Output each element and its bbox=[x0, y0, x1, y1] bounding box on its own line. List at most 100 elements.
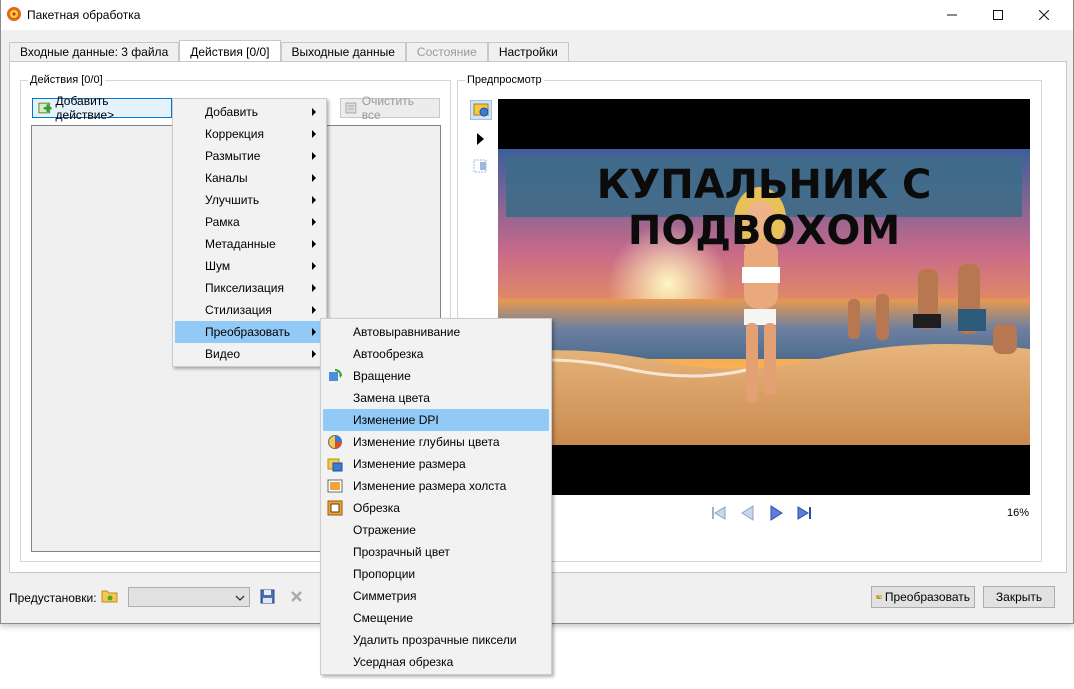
tab-actions[interactable]: Действия [0/0] bbox=[179, 40, 281, 62]
close-button[interactable]: Закрыть bbox=[983, 586, 1055, 608]
submenu-item-label: Отражение bbox=[353, 523, 416, 537]
add-action-menu: Добавить Коррекция Размытие Каналы Улучш… bbox=[172, 98, 327, 367]
menu-item-label: Улучшить bbox=[205, 193, 260, 207]
menu-item-stylize[interactable]: Стилизация bbox=[175, 299, 324, 321]
menu-item-pixelize[interactable]: Пикселизация bbox=[175, 277, 324, 299]
delete-icon bbox=[291, 591, 302, 602]
menu-item-label: Видео bbox=[205, 347, 241, 361]
menu-item-label: Размытие bbox=[205, 149, 261, 163]
close-icon bbox=[1039, 10, 1049, 20]
first-image-icon[interactable] bbox=[711, 505, 728, 521]
resize-icon bbox=[327, 458, 343, 472]
submenu-arrow-icon bbox=[312, 306, 316, 314]
submenu-arrow-icon bbox=[312, 196, 316, 204]
submenu-item-label: Прозрачный цвет bbox=[353, 545, 450, 559]
previous-image-icon[interactable] bbox=[740, 505, 756, 521]
open-preset-button[interactable] bbox=[101, 589, 118, 606]
next-image-icon[interactable] bbox=[768, 505, 784, 521]
submenu-item-label: Изменение глубины цвета bbox=[353, 435, 500, 449]
maximize-button[interactable] bbox=[975, 0, 1021, 30]
convert-icon bbox=[876, 594, 882, 600]
submenu-item-label: Изменение размера холста bbox=[353, 479, 507, 493]
menu-item-video[interactable]: Видео bbox=[175, 343, 324, 365]
preview-image: КУПАЛЬНИК С ПОДВОХОМ bbox=[498, 99, 1030, 495]
clear-list-icon bbox=[345, 102, 357, 114]
compare-button[interactable] bbox=[473, 159, 487, 176]
menu-item-channels[interactable]: Каналы bbox=[175, 167, 324, 189]
menu-item-label: Добавить bbox=[205, 105, 259, 119]
submenu-arrow-icon bbox=[312, 328, 316, 336]
menu-item-correction[interactable]: Коррекция bbox=[175, 123, 324, 145]
canvas-size-icon bbox=[327, 479, 343, 493]
menu-item-label: Коррекция bbox=[205, 127, 265, 141]
submenu-arrow-icon bbox=[312, 108, 316, 116]
submenu-item-label: Усердная обрезка bbox=[353, 655, 454, 669]
submenu-item-auto-align[interactable]: Автовыравнивание bbox=[323, 321, 549, 343]
menu-item-transform[interactable]: Преобразовать bbox=[175, 321, 324, 343]
preview-group-label: Предпросмотр bbox=[465, 74, 544, 86]
clear-all-label: Очистить все bbox=[361, 94, 415, 122]
submenu-item-offset[interactable]: Смещение bbox=[323, 607, 549, 629]
submenu-arrow-icon bbox=[312, 218, 316, 226]
submenu-item-color-depth[interactable]: Изменение глубины цвета bbox=[323, 431, 549, 453]
play-button[interactable] bbox=[476, 133, 486, 148]
close-label: Закрыть bbox=[995, 590, 1043, 604]
tab-output[interactable]: Выходные данные bbox=[280, 42, 406, 62]
chevron-down-icon bbox=[235, 595, 245, 601]
beach-poster-image bbox=[498, 149, 1030, 445]
preview-mode-button[interactable] bbox=[470, 100, 492, 120]
minimize-button[interactable] bbox=[929, 0, 975, 30]
add-action-label: Добавить действие> bbox=[55, 94, 115, 122]
save-preset-button[interactable] bbox=[260, 589, 275, 607]
submenu-item-transparent-color[interactable]: Прозрачный цвет bbox=[323, 541, 549, 563]
submenu-arrow-icon bbox=[312, 174, 316, 182]
rotate-icon bbox=[329, 369, 342, 381]
submenu-item-label: Смещение bbox=[353, 611, 414, 625]
submenu-item-aggressive-crop[interactable]: Усердная обрезка bbox=[323, 651, 549, 673]
submenu-item-label: Симметрия bbox=[353, 589, 417, 603]
preset-select[interactable] bbox=[128, 587, 250, 607]
submenu-item-reflection[interactable]: Отражение bbox=[323, 519, 549, 541]
convert-button[interactable]: Преобразовать bbox=[871, 586, 975, 608]
menu-item-metadata[interactable]: Метаданные bbox=[175, 233, 324, 255]
submenu-arrow-icon bbox=[312, 130, 316, 138]
submenu-item-label: Изменение размера bbox=[353, 457, 466, 471]
submenu-item-proportions[interactable]: Пропорции bbox=[323, 563, 549, 585]
maximize-icon bbox=[993, 10, 1003, 20]
convert-label: Преобразовать bbox=[884, 590, 970, 604]
menu-item-noise[interactable]: Шум bbox=[175, 255, 324, 277]
transform-submenu: Автовыравнивание Автообрезка Вращение За… bbox=[320, 318, 552, 675]
menu-item-label: Стилизация bbox=[205, 303, 272, 317]
minimize-icon bbox=[947, 14, 957, 16]
submenu-item-symmetry[interactable]: Симметрия bbox=[323, 585, 549, 607]
submenu-item-resize[interactable]: Изменение размера bbox=[323, 453, 549, 475]
crop-icon bbox=[327, 500, 343, 516]
submenu-item-label: Автообрезка bbox=[353, 347, 424, 361]
submenu-arrow-icon bbox=[312, 350, 316, 358]
menu-item-add[interactable]: Добавить bbox=[175, 101, 324, 123]
tab-settings[interactable]: Настройки bbox=[487, 42, 569, 62]
submenu-item-canvas-size[interactable]: Изменение размера холста bbox=[323, 475, 549, 497]
submenu-item-label: Пропорции bbox=[353, 567, 416, 581]
add-action-button[interactable]: Добавить действие> bbox=[32, 94, 172, 122]
submenu-item-label: Обрезка bbox=[353, 501, 400, 515]
submenu-item-auto-crop[interactable]: Автообрезка bbox=[323, 343, 549, 365]
menu-item-label: Преобразовать bbox=[205, 325, 291, 339]
window-title: Пакетная обработка bbox=[27, 8, 141, 22]
menu-item-enhance[interactable]: Улучшить bbox=[175, 189, 324, 211]
submenu-item-change-dpi[interactable]: Изменение DPI bbox=[323, 409, 549, 431]
split-view-icon bbox=[473, 159, 487, 173]
submenu-item-rotate[interactable]: Вращение bbox=[323, 365, 549, 387]
submenu-item-remove-transparent-pixels[interactable]: Удалить прозрачные пиксели bbox=[323, 629, 549, 651]
menu-item-label: Каналы bbox=[205, 171, 248, 185]
menu-item-blur[interactable]: Размытие bbox=[175, 145, 324, 167]
submenu-arrow-icon bbox=[312, 284, 316, 292]
folder-icon bbox=[101, 590, 118, 603]
tab-input[interactable]: Входные данные: 3 файла bbox=[9, 42, 180, 62]
submenu-item-crop[interactable]: Обрезка bbox=[323, 497, 549, 519]
close-window-button[interactable] bbox=[1021, 0, 1067, 30]
submenu-item-replace-color[interactable]: Замена цвета bbox=[323, 387, 549, 409]
menu-item-frame[interactable]: Рамка bbox=[175, 211, 324, 233]
last-image-icon[interactable] bbox=[796, 505, 813, 521]
actions-group-label: Действия [0/0] bbox=[28, 74, 105, 86]
